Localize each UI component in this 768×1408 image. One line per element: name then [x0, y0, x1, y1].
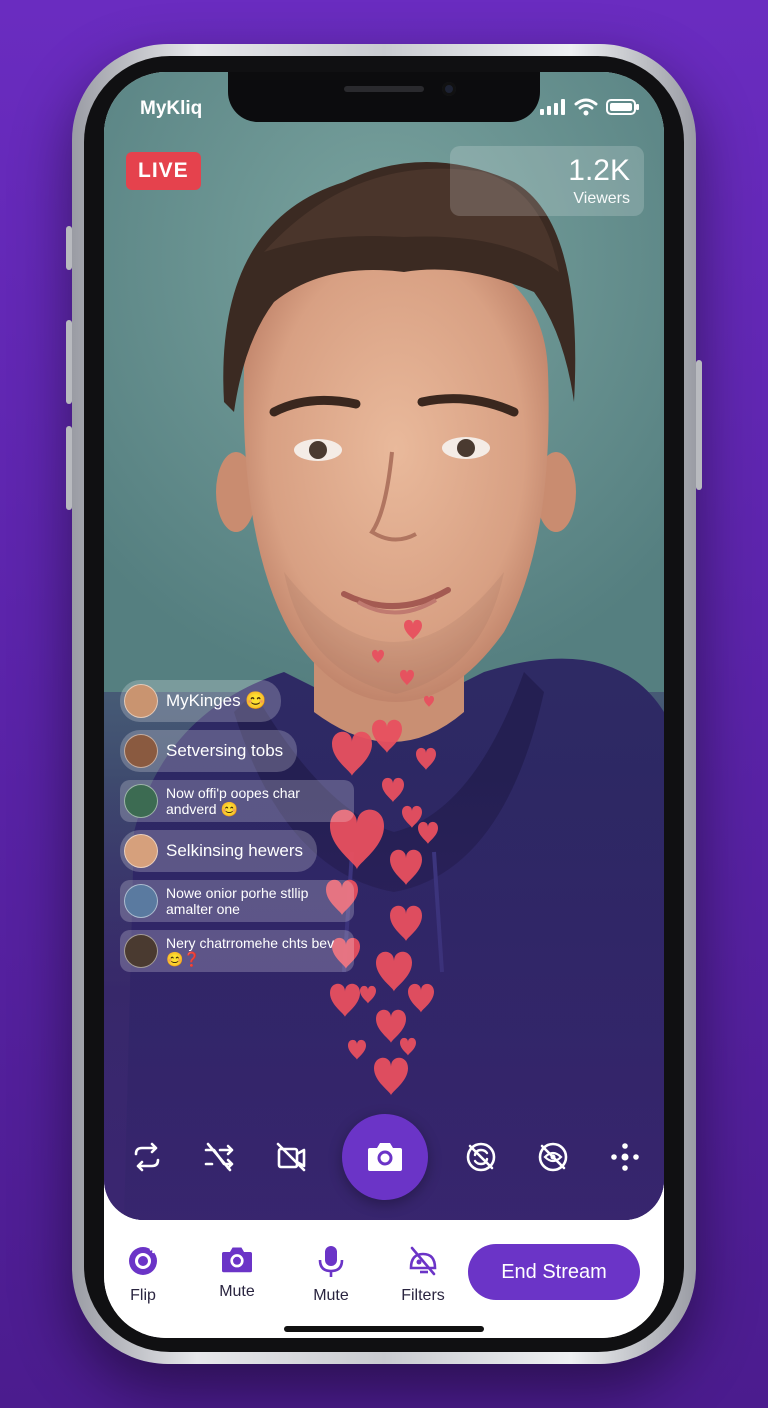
- home-indicator[interactable]: [284, 1326, 484, 1332]
- signal-icon: [540, 99, 565, 115]
- more-icon[interactable]: [608, 1140, 642, 1174]
- silent-switch: [66, 226, 72, 270]
- chat-message-text: Selkinsing hewers: [166, 841, 304, 860]
- battery-icon: [606, 99, 639, 115]
- viewer-counter: 1.2K Viewers: [450, 146, 644, 216]
- avatar: [124, 784, 158, 818]
- chat-message[interactable]: Nowe onior porhe stllip amalter one: [120, 880, 354, 922]
- bottom-toolbar: Flip Mute Mute Filters End Stream: [104, 1220, 664, 1338]
- mute-video-button[interactable]: Mute: [202, 1244, 272, 1301]
- shuffle-off-icon[interactable]: [202, 1140, 236, 1174]
- volume-up-button: [66, 320, 72, 404]
- flip-button[interactable]: Flip: [108, 1244, 178, 1305]
- chat-message-text: MyKinges 😊: [166, 691, 267, 710]
- end-stream-button[interactable]: End Stream: [468, 1244, 640, 1300]
- mute-video-label: Mute: [219, 1283, 255, 1300]
- viewer-count: 1.2K: [568, 154, 630, 187]
- mute-audio-button[interactable]: Mute: [296, 1244, 366, 1305]
- flip-camera-icon: [129, 1246, 157, 1275]
- earpiece: [344, 86, 424, 92]
- filters-icon: [409, 1246, 437, 1276]
- chat-message-text: Nowe onior porhe stllip amalter one: [166, 885, 309, 917]
- viewer-label: Viewers: [573, 190, 630, 207]
- phone-screen: MyKliq LIVE 1.2K Viewers MyKinges 😊 Setv…: [104, 72, 664, 1338]
- live-badge: LIVE: [126, 152, 201, 190]
- notch: [228, 72, 540, 122]
- camera-capture-button[interactable]: [342, 1114, 428, 1200]
- filters-button[interactable]: Filters: [388, 1244, 458, 1305]
- avatar: [124, 934, 158, 968]
- avatar: [124, 734, 158, 768]
- video-off-icon[interactable]: [274, 1140, 308, 1174]
- chat-message[interactable]: Now offi'p oopes char andverd 😊: [120, 780, 354, 822]
- avatar: [124, 834, 158, 868]
- stream-controls: [104, 1112, 664, 1202]
- microphone-icon: [318, 1246, 344, 1277]
- chat-feed: MyKinges 😊 Setversing tobs Now offi'p oo…: [120, 680, 356, 980]
- app-name: MyKliq: [140, 98, 203, 119]
- chat-message-text: Now offi'p oopes char andverd 😊: [166, 785, 300, 817]
- repeat-icon[interactable]: [130, 1140, 164, 1174]
- eye-off-icon[interactable]: [536, 1140, 570, 1174]
- flip-label: Flip: [130, 1287, 156, 1304]
- front-camera: [442, 82, 456, 96]
- power-button: [696, 360, 702, 490]
- sync-off-icon[interactable]: [464, 1140, 498, 1174]
- avatar: [124, 884, 158, 918]
- camera-icon: [368, 1143, 402, 1171]
- chat-message[interactable]: Selkinsing hewers: [120, 830, 318, 872]
- chat-message-text: Nery chatrromehe chts bev 😊❓: [166, 935, 335, 967]
- chat-message[interactable]: Nery chatrromehe chts bev 😊❓: [120, 930, 354, 972]
- chat-message[interactable]: MyKinges 😊: [120, 680, 281, 722]
- live-video-feed: MyKliq LIVE 1.2K Viewers MyKinges 😊 Setv…: [104, 72, 664, 1220]
- chat-message[interactable]: Setversing tobs: [120, 730, 298, 772]
- mute-audio-label: Mute: [313, 1287, 349, 1304]
- wifi-icon: [574, 98, 598, 116]
- avatar: [124, 684, 158, 718]
- camera-icon: [222, 1247, 252, 1273]
- streamer-video: [104, 72, 664, 1220]
- filters-label: Filters: [401, 1287, 445, 1304]
- status-bar-icons: [540, 98, 640, 116]
- volume-down-button: [66, 426, 72, 510]
- chat-message-text: Setversing tobs: [166, 741, 284, 760]
